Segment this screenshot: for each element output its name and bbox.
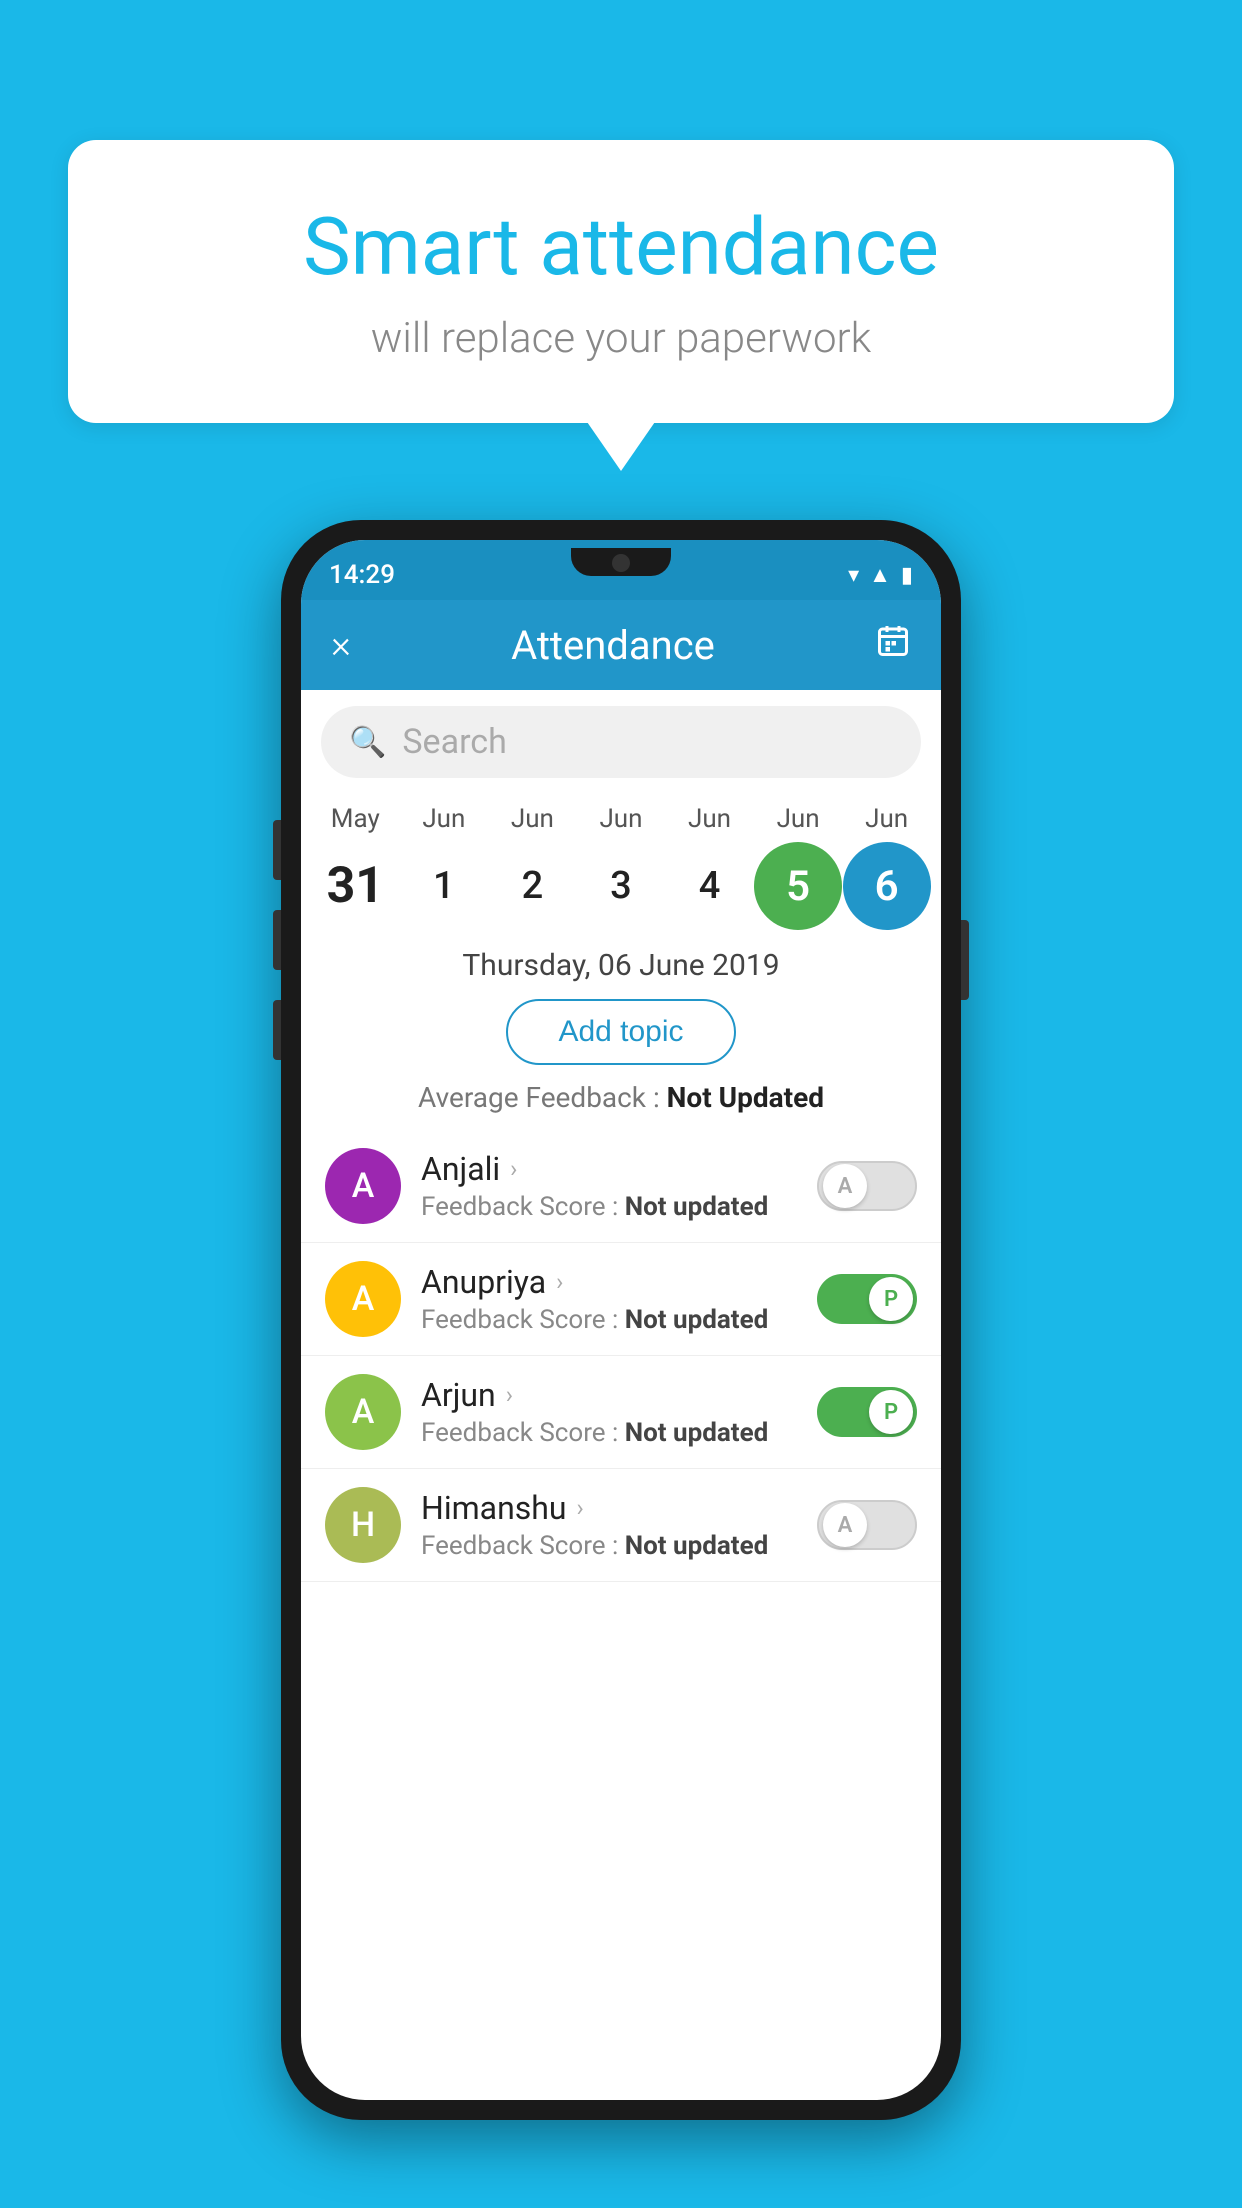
student-info-anupriya: Anupriya › Feedback Score : Not updated	[421, 1263, 797, 1335]
cal-date-1[interactable]: 1	[400, 864, 488, 908]
speech-bubble-container: Smart attendance will replace your paper…	[68, 140, 1174, 423]
toggle-knob-himanshu: A	[823, 1503, 867, 1547]
calendar-dates: 31 1 2 3 4 5 6	[301, 834, 941, 938]
phone-container: 14:29 ▾ ▲ ▮ × Attendance	[281, 520, 961, 2120]
search-input[interactable]: Search	[402, 722, 506, 762]
avg-feedback-label: Average Feedback :	[418, 1081, 667, 1114]
attendance-toggle-arjun[interactable]: P	[817, 1387, 917, 1437]
avatar-anupriya: A	[325, 1261, 401, 1337]
close-button[interactable]: ×	[331, 623, 351, 667]
student-row-anjali[interactable]: A Anjali › Feedback Score : Not updated	[301, 1130, 941, 1243]
add-topic-button[interactable]: Add topic	[506, 999, 735, 1065]
phone-side-button-left-1	[273, 820, 281, 880]
attendance-toggle-anjali[interactable]: A	[817, 1161, 917, 1211]
attendance-toggle-himanshu[interactable]: A	[817, 1500, 917, 1550]
cal-month-5: Jun	[754, 804, 842, 834]
student-feedback-arjun: Feedback Score : Not updated	[421, 1418, 797, 1448]
phone-frame: 14:29 ▾ ▲ ▮ × Attendance	[281, 520, 961, 2120]
cal-month-1: Jun	[400, 804, 488, 834]
cal-month-3: Jun	[577, 804, 665, 834]
app-bar-title: Attendance	[511, 622, 715, 669]
student-name-himanshu: Himanshu ›	[421, 1489, 797, 1527]
cal-date-0[interactable]: 31	[311, 857, 399, 915]
student-info-himanshu: Himanshu › Feedback Score : Not updated	[421, 1489, 797, 1561]
phone-side-button-right	[961, 920, 969, 1000]
cal-date-2[interactable]: 2	[488, 864, 576, 908]
speech-bubble-subtitle: will replace your paperwork	[118, 314, 1124, 363]
student-feedback-anjali: Feedback Score : Not updated	[421, 1192, 797, 1222]
phone-screen: 14:29 ▾ ▲ ▮ × Attendance	[301, 540, 941, 2100]
speech-bubble: Smart attendance will replace your paper…	[68, 140, 1174, 423]
app-bar: × Attendance	[301, 600, 941, 690]
date-display: Thursday, 06 June 2019	[301, 948, 941, 983]
student-list: A Anjali › Feedback Score : Not updated	[301, 1130, 941, 1582]
phone-side-button-left-2	[273, 910, 281, 970]
speech-bubble-title: Smart attendance	[118, 200, 1124, 294]
average-feedback: Average Feedback : Not Updated	[301, 1081, 941, 1114]
search-bar[interactable]: 🔍 Search	[321, 706, 921, 778]
chevron-right-icon: ›	[556, 1268, 563, 1296]
student-row-himanshu[interactable]: H Himanshu › Feedback Score : Not update…	[301, 1469, 941, 1582]
cal-month-2: Jun	[488, 804, 576, 834]
student-row-anupriya[interactable]: A Anupriya › Feedback Score : Not update…	[301, 1243, 941, 1356]
chevron-right-icon: ›	[510, 1155, 517, 1183]
student-row-arjun[interactable]: A Arjun › Feedback Score : Not updated	[301, 1356, 941, 1469]
avatar-anjali: A	[325, 1148, 401, 1224]
signal-icon: ▲	[869, 562, 891, 588]
student-name-anjali: Anjali ›	[421, 1150, 797, 1188]
cal-date-3[interactable]: 3	[577, 864, 665, 908]
student-name-anupriya: Anupriya ›	[421, 1263, 797, 1301]
cal-date-5[interactable]: 5	[754, 842, 842, 930]
battery-icon: ▮	[901, 563, 913, 588]
student-info-anjali: Anjali › Feedback Score : Not updated	[421, 1150, 797, 1222]
avatar-arjun: A	[325, 1374, 401, 1450]
cal-month-4: Jun	[666, 804, 754, 834]
search-icon: 🔍	[349, 725, 386, 760]
attendance-toggle-anupriya[interactable]: P	[817, 1274, 917, 1324]
student-name-arjun: Arjun ›	[421, 1376, 797, 1414]
student-feedback-anupriya: Feedback Score : Not updated	[421, 1305, 797, 1335]
calendar-months: May Jun Jun Jun Jun Jun Jun	[301, 794, 941, 834]
status-time: 14:29	[329, 560, 395, 590]
toggle-knob-anupriya: P	[869, 1277, 913, 1321]
cal-month-6: Jun	[843, 804, 931, 834]
student-feedback-himanshu: Feedback Score : Not updated	[421, 1531, 797, 1561]
cal-date-6[interactable]: 6	[843, 842, 931, 930]
phone-side-button-left-3	[273, 1000, 281, 1060]
phone-camera	[612, 554, 630, 572]
avg-feedback-value: Not Updated	[667, 1081, 824, 1114]
cal-date-4[interactable]: 4	[666, 864, 754, 908]
calendar-icon[interactable]	[875, 623, 911, 668]
chevron-right-icon: ›	[506, 1381, 513, 1409]
avatar-himanshu: H	[325, 1487, 401, 1563]
chevron-right-icon: ›	[577, 1494, 584, 1522]
status-icons: ▾ ▲ ▮	[848, 562, 913, 588]
cal-month-0: May	[311, 804, 399, 834]
student-info-arjun: Arjun › Feedback Score : Not updated	[421, 1376, 797, 1448]
toggle-knob-arjun: P	[869, 1390, 913, 1434]
toggle-knob-anjali: A	[823, 1164, 867, 1208]
wifi-icon: ▾	[848, 563, 859, 588]
